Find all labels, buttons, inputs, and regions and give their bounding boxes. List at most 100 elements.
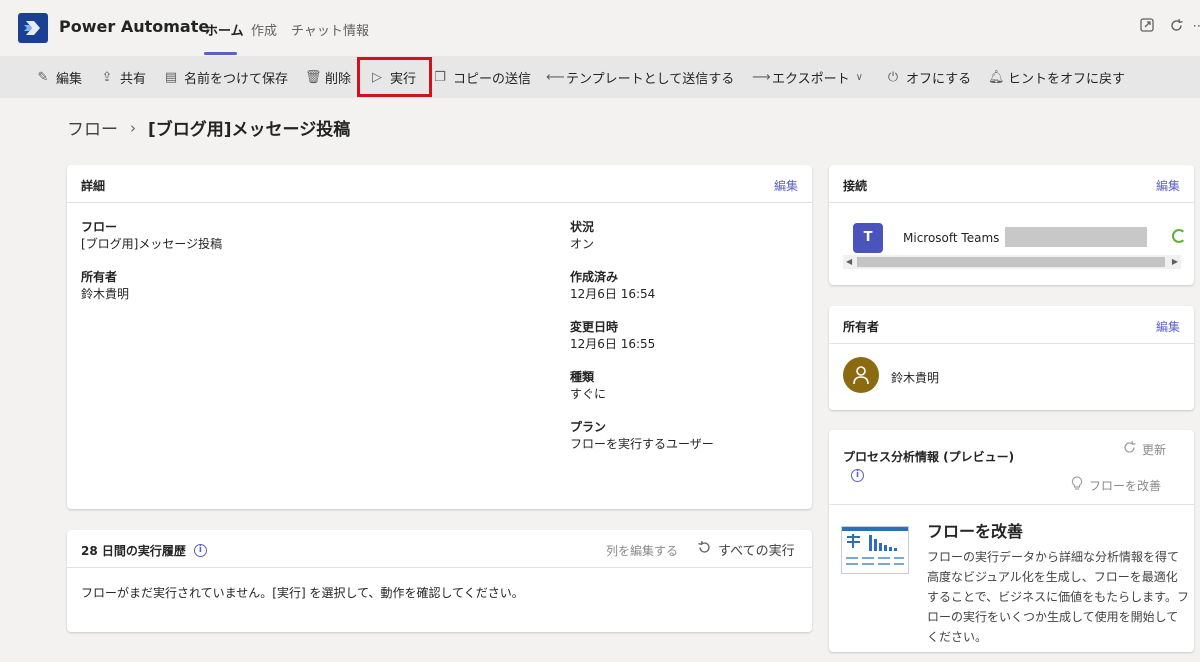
active-tab-indicator: [204, 52, 237, 55]
trash-icon: 🗑: [305, 69, 322, 85]
refresh-button[interactable]: 更新: [1122, 440, 1166, 458]
details-card: 詳細 編集 フロー [ブログ用]メッセージ投稿 所有者 鈴木貴明 状況 オン 作…: [67, 165, 812, 509]
refresh-icon: [1122, 440, 1137, 458]
owner-value: 鈴木貴明: [81, 287, 130, 301]
status-value: オン: [570, 237, 595, 251]
type-value: すぐに: [570, 387, 607, 401]
tab-about[interactable]: 情報: [343, 20, 369, 39]
details-card-header: 詳細 編集: [67, 165, 812, 203]
send-as-template-button[interactable]: ⟵ テンプレートとして送信する: [546, 68, 735, 87]
redacted-account: [1005, 227, 1147, 247]
send-copy-label: コピーの送信: [453, 71, 532, 87]
breadcrumb: フロー › [ブログ用]メッセージ投稿: [67, 115, 351, 141]
status-ring-icon: [1172, 229, 1186, 243]
modified-value: 12月6日 16:55: [570, 337, 656, 351]
connection-name: Microsoft Teams: [903, 231, 1000, 245]
connections-title: 接続: [843, 179, 868, 193]
edit-button[interactable]: ✎ 編集: [36, 68, 83, 87]
app-title: Power Automate: [59, 17, 210, 36]
tab-home[interactable]: ホーム: [205, 20, 244, 39]
bell-icon: 🔔︎: [988, 69, 1005, 85]
type-label: 種類: [570, 370, 595, 384]
save-as-icon: ▤: [164, 69, 178, 85]
improve-flow-label: フローを改善: [1089, 478, 1162, 493]
person-icon: [853, 366, 869, 385]
flow-label: フロー: [81, 220, 118, 234]
process-title: プロセス分析情報 (プレビュー): [843, 450, 1015, 464]
horizontal-scrollbar[interactable]: ◀ ▶: [843, 255, 1181, 269]
info-icon[interactable]: i: [193, 544, 207, 557]
edit-label: 編集: [56, 71, 83, 87]
created-value: 12月6日 16:54: [570, 287, 656, 301]
tab-create[interactable]: 作成: [251, 20, 277, 39]
connections-card: 接続 編集 T Microsoft Teams ◀ ▶: [829, 165, 1194, 285]
chevron-down-icon: ∨: [855, 71, 863, 83]
owner-label: 所有者: [81, 270, 118, 284]
scroll-left-icon[interactable]: ◀: [846, 255, 852, 269]
power-automate-logo-icon: [18, 13, 48, 43]
export-button[interactable]: ⟶ エクスポート ∨: [752, 68, 863, 87]
process-insights-card: プロセス分析情報 (プレビュー) i 更新 フローを改善 フローを改善 フローの…: [829, 430, 1194, 652]
command-bar: ✎ 編集 ⇪ 共有 ▤ 名前をつけて保存 🗑 削除 ▷ 実行 ❐ コピーの送信 ⟵ テンプレー…: [0, 56, 1200, 98]
all-runs-link[interactable]: すべての実行: [697, 540, 795, 559]
arrow-left-icon: ⟵: [546, 69, 565, 85]
arrow-right-icon: ⟶: [752, 69, 771, 85]
delete-button[interactable]: 🗑 削除: [305, 68, 351, 87]
all-runs-label: すべての実行: [718, 544, 795, 559]
microsoft-teams-icon: T: [853, 223, 883, 253]
modified-label: 変更日時: [570, 320, 619, 334]
turn-off-hints-button[interactable]: 🔔︎ ヒントをオフに戻す: [988, 68, 1126, 87]
owners-header: 所有者 編集: [829, 306, 1194, 344]
share-label: 共有: [120, 71, 147, 87]
improve-flow-link[interactable]: フローを改善: [1071, 476, 1161, 494]
info-icon[interactable]: i: [851, 469, 864, 482]
scroll-right-icon[interactable]: ▶: [1172, 255, 1178, 269]
divider: [829, 504, 1194, 505]
send-copy-button[interactable]: ❐ コピーの送信: [433, 68, 532, 87]
app-header: Power Automate ホーム 作成 チャット 情報 ⋯: [0, 0, 1200, 56]
owner-name: 鈴木貴明: [891, 371, 940, 385]
run-history-title-wrap: 28 日間の実行履歴 i: [81, 542, 207, 559]
run-history-title: 28 日間の実行履歴: [81, 544, 186, 558]
tab-chat[interactable]: チャット: [291, 20, 343, 39]
improve-flow-description: フローの実行データから詳細な分析情報を得て高度なビジュアル化を生成し、フローを最…: [927, 550, 1189, 644]
history-icon: [697, 540, 712, 559]
created-label: 作成済み: [570, 270, 619, 284]
chevron-right-icon: ›: [130, 118, 136, 137]
turn-off-hints-label: ヒントをオフに戻す: [1008, 71, 1126, 87]
breadcrumb-current: [ブログ用]メッセージ投稿: [148, 120, 351, 140]
lightbulb-icon: [1071, 476, 1083, 494]
send-as-template-label: テンプレートとして送信する: [566, 71, 735, 87]
analytics-illustration-icon: [841, 526, 909, 574]
scrollbar-thumb[interactable]: [857, 257, 1165, 267]
refresh-icon[interactable]: [1167, 18, 1185, 36]
plan-value: フローを実行するユーザー: [570, 437, 714, 451]
avatar: [843, 357, 879, 393]
owners-edit-link[interactable]: 編集: [1156, 318, 1180, 335]
connections-header: 接続 編集: [829, 165, 1194, 203]
flow-value: [ブログ用]メッセージ投稿: [81, 237, 223, 251]
power-icon: ⏻: [887, 69, 899, 85]
turn-off-label: オフにする: [906, 71, 972, 87]
run-history-card: 28 日間の実行履歴 i 列を編集する すべての実行 フローがまだ実行されていま…: [67, 530, 812, 632]
refresh-label: 更新: [1142, 442, 1167, 457]
breadcrumb-root[interactable]: フロー: [67, 115, 118, 140]
owners-card: 所有者 編集 鈴木貴明: [829, 306, 1194, 410]
run-button-highlight: [357, 57, 432, 97]
pencil-icon: ✎: [37, 69, 49, 85]
share-button[interactable]: ⇪ 共有: [100, 68, 147, 87]
turn-off-button[interactable]: ⏻ オフにする: [886, 68, 972, 87]
owners-title: 所有者: [843, 320, 880, 334]
export-label: エクスポート: [772, 71, 850, 87]
share-icon: ⇪: [101, 69, 113, 85]
popout-icon[interactable]: [1138, 18, 1156, 36]
connections-edit-link[interactable]: 編集: [1156, 177, 1180, 194]
improve-flow-title: フローを改善: [927, 522, 1024, 541]
copy-icon: ❐: [434, 69, 446, 85]
edit-columns-link[interactable]: 列を編集する: [606, 542, 678, 559]
details-title: 詳細: [81, 179, 106, 193]
details-edit-link[interactable]: 編集: [774, 177, 798, 194]
save-as-button[interactable]: ▤ 名前をつけて保存: [164, 68, 289, 87]
more-icon[interactable]: ⋯: [1190, 18, 1200, 36]
save-as-label: 名前をつけて保存: [184, 71, 289, 87]
